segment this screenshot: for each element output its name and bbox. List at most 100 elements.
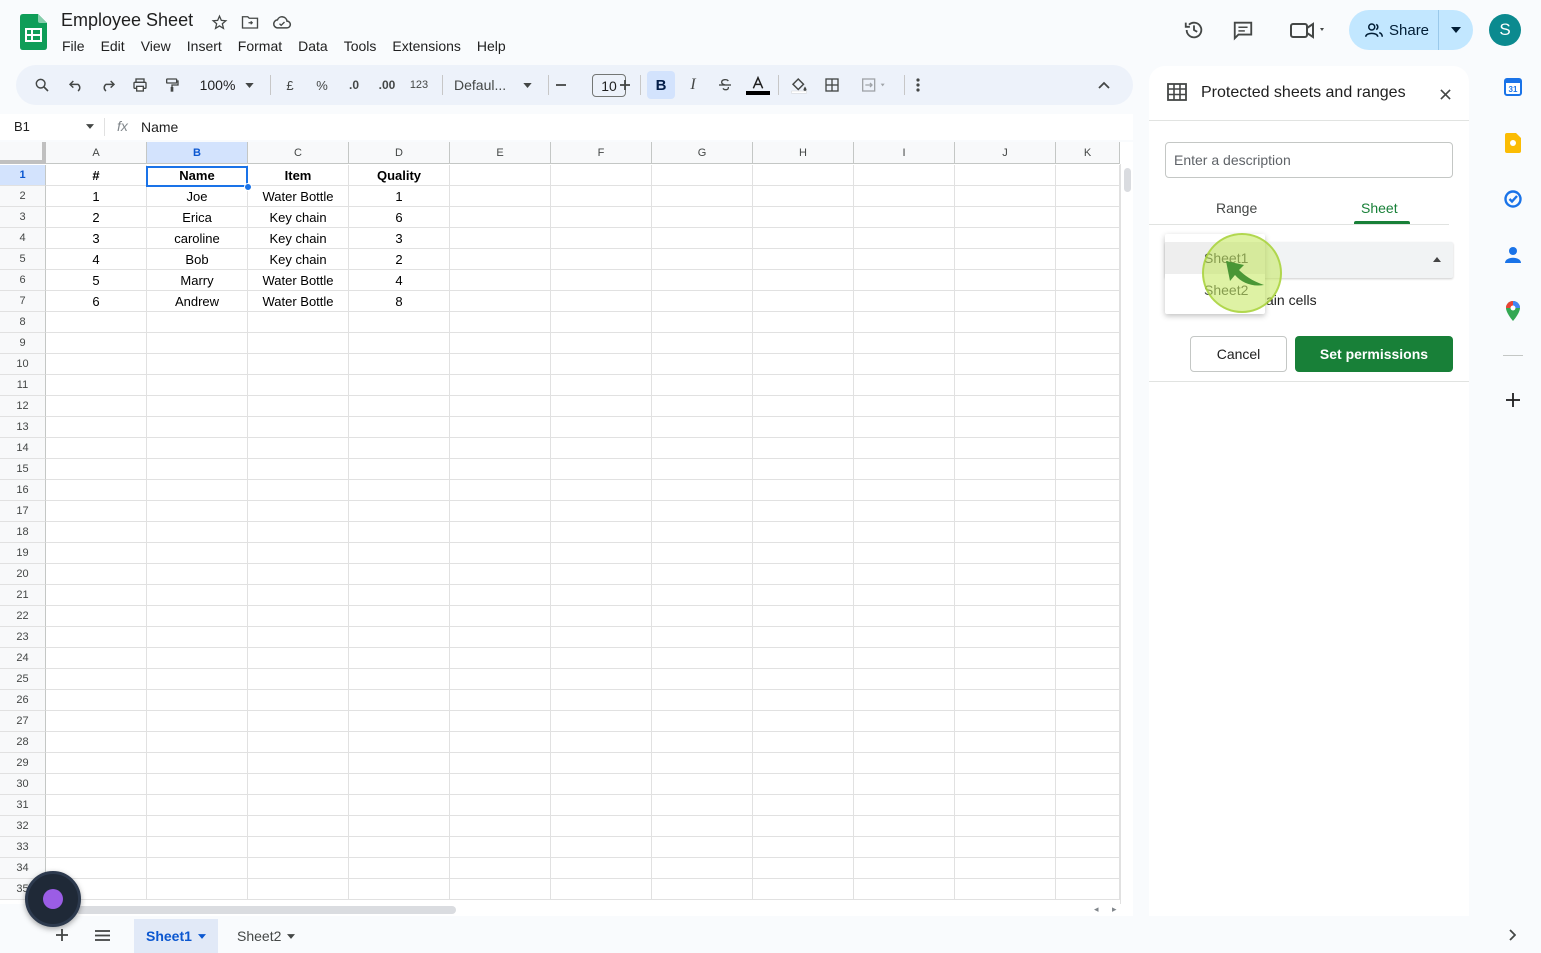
grid-cell[interactable] <box>46 648 147 669</box>
grid-cell[interactable] <box>450 732 551 753</box>
grid-cell[interactable] <box>854 648 955 669</box>
menu-edit[interactable]: Edit <box>93 36 133 56</box>
grid-cell[interactable] <box>1056 333 1120 354</box>
grid-cell[interactable] <box>955 795 1056 816</box>
grid-cell[interactable] <box>46 354 147 375</box>
star-icon[interactable] <box>209 12 229 32</box>
grid-cell[interactable] <box>450 501 551 522</box>
grid-cell[interactable]: 2 <box>349 249 450 270</box>
grid-cell[interactable] <box>349 648 450 669</box>
grid-cell[interactable] <box>349 396 450 417</box>
grid-cell[interactable] <box>1056 501 1120 522</box>
grid-cell[interactable] <box>450 249 551 270</box>
grid-cell[interactable] <box>551 459 652 480</box>
grid-cell[interactable] <box>652 816 753 837</box>
row-header[interactable]: 7 <box>0 291 46 312</box>
grid-cell[interactable] <box>551 396 652 417</box>
grid-cell[interactable] <box>753 648 854 669</box>
grid-cell[interactable] <box>753 711 854 732</box>
grid-cell[interactable] <box>753 522 854 543</box>
grid-cell[interactable] <box>854 270 955 291</box>
grid-cell[interactable] <box>248 774 349 795</box>
grid-cell[interactable] <box>551 354 652 375</box>
grid-cell[interactable] <box>450 522 551 543</box>
description-input[interactable] <box>1165 142 1453 178</box>
grid-cell[interactable] <box>450 354 551 375</box>
grid-cell[interactable] <box>349 375 450 396</box>
grid-cell[interactable] <box>854 375 955 396</box>
grid-cell[interactable] <box>1056 354 1120 375</box>
grid-cell[interactable] <box>551 711 652 732</box>
grid-cell[interactable] <box>753 627 854 648</box>
grid-cell[interactable] <box>753 438 854 459</box>
vertical-scroll-thumb[interactable] <box>1124 168 1131 192</box>
grid-cell[interactable] <box>551 879 652 900</box>
grid-cell[interactable] <box>854 879 955 900</box>
row-header[interactable]: 21 <box>0 585 46 606</box>
grid-cell[interactable] <box>147 732 248 753</box>
row-header[interactable]: 6 <box>0 270 46 291</box>
grid-cell[interactable] <box>46 837 147 858</box>
grid-cell[interactable] <box>349 438 450 459</box>
grid-cell[interactable]: 3 <box>46 228 147 249</box>
grid-cell[interactable] <box>349 690 450 711</box>
grid-cell[interactable] <box>450 186 551 207</box>
caret-down-icon[interactable] <box>287 933 296 939</box>
grid-cell[interactable] <box>753 291 854 312</box>
grid-cell[interactable] <box>753 837 854 858</box>
grid-cell[interactable] <box>450 837 551 858</box>
grid-cell[interactable] <box>248 711 349 732</box>
grid-cell[interactable]: 1 <box>46 186 147 207</box>
grid-cell[interactable] <box>955 669 1056 690</box>
grid-cell[interactable]: 4 <box>46 249 147 270</box>
grid-cell[interactable] <box>1056 396 1120 417</box>
grid-cell[interactable] <box>1056 375 1120 396</box>
grid-cell[interactable]: 6 <box>46 291 147 312</box>
grid-cell[interactable] <box>147 396 248 417</box>
move-folder-icon[interactable] <box>240 12 260 32</box>
grid-cell[interactable] <box>551 375 652 396</box>
more-options-icon[interactable] <box>908 71 928 99</box>
grid-cell[interactable] <box>450 585 551 606</box>
grid-cell[interactable] <box>652 375 753 396</box>
redo-icon[interactable] <box>96 71 120 99</box>
grid-cell[interactable] <box>854 627 955 648</box>
grid-cell[interactable] <box>248 669 349 690</box>
collapse-menus-icon[interactable] <box>1092 71 1116 99</box>
grid-cell[interactable]: Water Bottle <box>248 270 349 291</box>
grid-cell[interactable] <box>753 480 854 501</box>
text-color-icon[interactable] <box>745 71 771 99</box>
grid-cell[interactable] <box>652 291 753 312</box>
grid-cell[interactable] <box>854 564 955 585</box>
font-family-select[interactable]: Defaul... <box>448 71 538 99</box>
grid-cell[interactable] <box>753 795 854 816</box>
tab-sheet[interactable]: Sheet <box>1361 200 1398 216</box>
column-header-j[interactable]: J <box>955 142 1056 164</box>
grid-cell[interactable] <box>753 543 854 564</box>
row-header[interactable]: 5 <box>0 249 46 270</box>
grid-cell[interactable] <box>652 354 753 375</box>
grid-cell[interactable] <box>652 837 753 858</box>
grid-cell[interactable] <box>248 417 349 438</box>
row-header[interactable]: 16 <box>0 480 46 501</box>
grid-cell[interactable] <box>46 564 147 585</box>
grid-cell[interactable] <box>652 270 753 291</box>
grid-cell[interactable] <box>955 480 1056 501</box>
grid-cell[interactable] <box>450 648 551 669</box>
grid-cell[interactable] <box>46 333 147 354</box>
grid-cell[interactable] <box>854 732 955 753</box>
grid-cell[interactable] <box>1056 774 1120 795</box>
row-header[interactable]: 26 <box>0 690 46 711</box>
grid-cell[interactable] <box>753 816 854 837</box>
row-header[interactable]: 15 <box>0 459 46 480</box>
percent-format-button[interactable]: % <box>310 71 334 99</box>
grid-cell[interactable] <box>349 585 450 606</box>
grid-cell[interactable] <box>1056 543 1120 564</box>
tab-range[interactable]: Range <box>1216 200 1257 216</box>
column-header-h[interactable]: H <box>753 142 854 164</box>
search-menus-icon[interactable] <box>30 71 54 99</box>
grid-cell[interactable] <box>652 606 753 627</box>
comments-icon[interactable] <box>1225 14 1261 46</box>
grid-cell[interactable] <box>46 543 147 564</box>
grid-cell[interactable] <box>147 333 248 354</box>
